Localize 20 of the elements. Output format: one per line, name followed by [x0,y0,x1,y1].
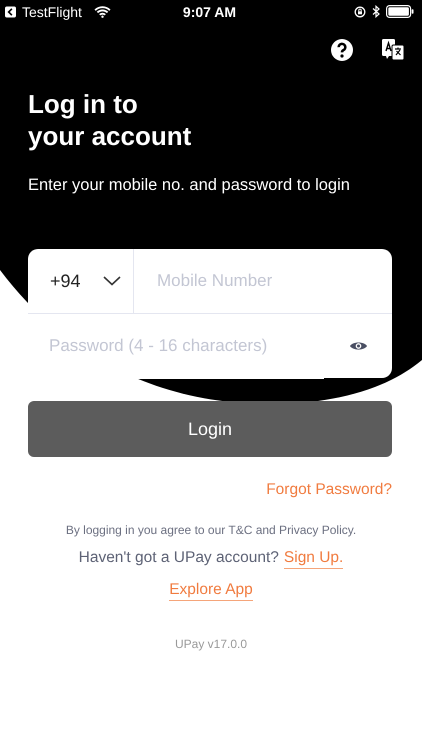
status-time: 9:07 AM [182,4,236,20]
wifi-icon [94,6,111,18]
chevron-down-icon [102,276,121,286]
bluetooth-icon [372,5,380,18]
help-icon[interactable] [330,38,354,62]
password-field[interactable]: Password (4 - 16 characters) [28,312,324,378]
translate-icon[interactable] [381,38,405,62]
signup-prompt: Haven't got a UPay account? [78,549,279,568]
mobile-number-field[interactable]: Mobile Number [134,249,392,313]
back-app-label[interactable]: TestFlight [22,4,82,20]
eye-icon [348,340,368,352]
country-code-dropdown[interactable]: +94 [28,249,134,313]
page-title: Log in to your account [28,88,192,152]
show-password-button[interactable] [324,313,392,378]
terms-text: By logging in you agree to our T&C and Privacy Policy. [64,523,358,537]
version-text: UPay v17.0.0 [174,637,248,651]
back-icon[interactable] [5,6,16,18]
rotation-lock-icon [354,6,366,18]
subtitle: Enter your mobile no. and password to login [28,176,351,195]
battery-icon [386,5,414,18]
